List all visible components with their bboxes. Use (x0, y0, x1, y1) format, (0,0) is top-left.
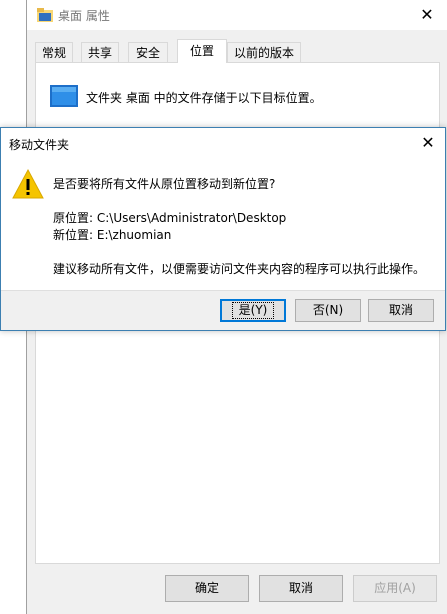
close-icon[interactable]: ✕ (417, 132, 439, 154)
no-button[interactable]: 否(N) (295, 299, 361, 322)
tab-sharing[interactable]: 共享 (81, 42, 119, 62)
dialog-title: 移动文件夹 (9, 138, 70, 152)
original-location: 原位置: C:\Users\Administrator\Desktop (53, 211, 287, 225)
dialog-advice: 建议移动所有文件，以便需要访问文件夹内容的程序可以执行此操作。 (53, 262, 426, 276)
desktop-folder-icon (50, 85, 78, 107)
warning-icon (12, 168, 44, 199)
apply-button[interactable]: 应用(A) (353, 575, 437, 602)
new-location: 新位置: E:\zhuomian (53, 228, 172, 242)
yes-button[interactable]: 是(Y) (220, 299, 286, 322)
dialog-titlebar: 移动文件夹 ✕ (1, 128, 445, 158)
tab-security[interactable]: 安全 (128, 42, 168, 62)
close-icon[interactable]: ✕ (407, 0, 447, 30)
ok-button[interactable]: 确定 (165, 575, 249, 602)
cancel-button[interactable]: 取消 (259, 575, 343, 602)
yes-button-label: 是(Y) (231, 302, 275, 319)
properties-title: 桌面 属性 (58, 9, 110, 23)
location-description: 文件夹 桌面 中的文件存储于以下目标位置。 (86, 91, 322, 105)
dialog-footer: 是(Y) 否(N) 取消 (1, 290, 445, 330)
dialog-cancel-button[interactable]: 取消 (368, 299, 434, 322)
move-folder-dialog: 移动文件夹 ✕ 是否要将所有文件从原位置移动到新位置? 原位置: C:\User… (0, 127, 446, 331)
properties-titlebar: 桌面 属性 ✕ (27, 0, 447, 30)
tab-general[interactable]: 常规 (35, 42, 73, 62)
tab-location[interactable]: 位置 (177, 39, 227, 63)
tab-previous-versions[interactable]: 以前的版本 (227, 42, 301, 62)
dialog-question: 是否要将所有文件从原位置移动到新位置? (53, 177, 276, 191)
folder-icon (37, 8, 53, 22)
